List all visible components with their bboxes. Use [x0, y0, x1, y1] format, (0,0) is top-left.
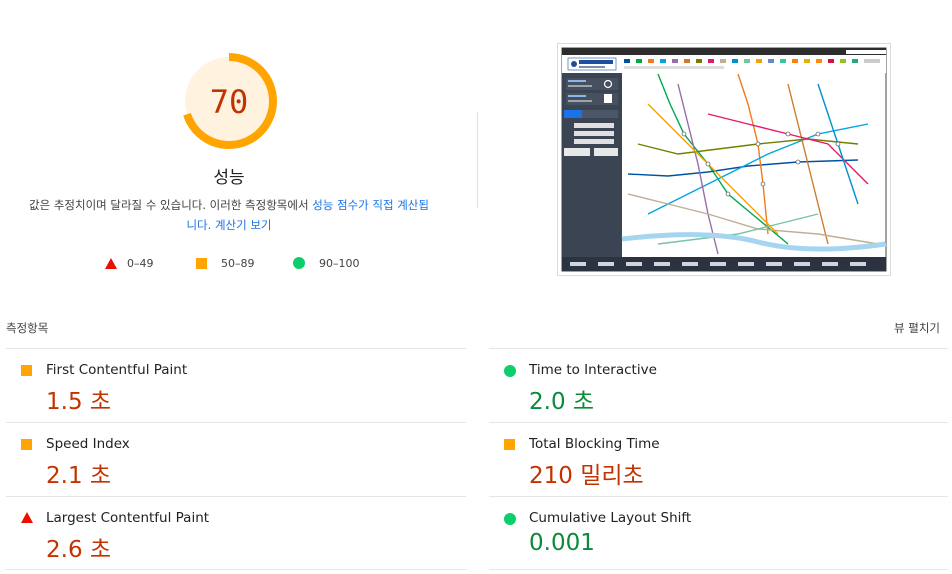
expand-view-toggle[interactable]: 뷰 펼치기 — [894, 320, 940, 336]
metric-name: Largest Contentful Paint — [46, 510, 210, 526]
metric-first-contentful-paint: First Contentful Paint 1.5 초 — [6, 348, 466, 423]
metric-name: Cumulative Layout Shift — [529, 510, 692, 526]
circle-icon — [293, 257, 305, 269]
circle-icon — [504, 513, 516, 525]
legend-fail: 0–49 — [105, 255, 154, 271]
legend-average-label: 50–89 — [221, 256, 255, 270]
square-icon — [21, 365, 32, 376]
summary-divider — [477, 112, 478, 208]
circle-icon — [504, 365, 516, 377]
metric-largest-contentful-paint: Largest Contentful Paint 2.6 초 — [6, 496, 466, 571]
metric-name: Total Blocking Time — [529, 436, 660, 452]
description-text: 값은 추정치이며 달라질 수 있습니다. 이러한 측정항목에서 — [29, 198, 313, 212]
metric-value: 2.0 초 — [529, 389, 595, 415]
metric-name: Speed Index — [46, 436, 130, 452]
final-screenshot[interactable] — [557, 43, 891, 276]
metric-total-blocking-time: Total Blocking Time 210 밀리초 — [489, 422, 948, 497]
metric-value: 0.001 — [529, 530, 595, 556]
performance-score: 70 — [209, 83, 249, 121]
square-icon — [196, 257, 207, 269]
metric-speed-index: Speed Index 2.1 초 — [6, 422, 466, 497]
metric-value: 1.5 초 — [46, 389, 112, 415]
triangle-icon — [21, 512, 33, 523]
legend-fail-label: 0–49 — [127, 256, 154, 270]
square-icon — [21, 439, 32, 450]
metric-name: Time to Interactive — [529, 362, 657, 378]
metrics-divider — [489, 569, 948, 570]
metric-name: First Contentful Paint — [46, 362, 188, 378]
metrics-divider — [6, 569, 466, 570]
legend-pass-label: 90–100 — [319, 256, 360, 270]
metric-value: 2.6 초 — [46, 537, 112, 563]
legend-average: 50–89 — [196, 255, 255, 271]
square-icon — [504, 439, 515, 450]
calculator-link[interactable]: 계산기 보기 — [215, 218, 272, 232]
score-description: 값은 추정치이며 달라질 수 있습니다. 이러한 측정항목에서 성능 점수가 직… — [24, 195, 434, 235]
legend-pass: 90–100 — [293, 255, 360, 271]
performance-score-label: 성능 — [213, 168, 245, 188]
metrics-section-label: 측정항목 — [6, 321, 49, 335]
metric-value: 210 밀리초 — [529, 463, 644, 489]
metric-cumulative-layout-shift: Cumulative Layout Shift 0.001 — [489, 496, 948, 571]
performance-score-gauge: 70 — [181, 53, 277, 149]
metric-time-to-interactive: Time to Interactive 2.0 초 — [489, 348, 948, 423]
subway-map-thumbnail — [561, 47, 887, 272]
metric-value: 2.1 초 — [46, 463, 112, 489]
triangle-icon — [105, 257, 117, 269]
